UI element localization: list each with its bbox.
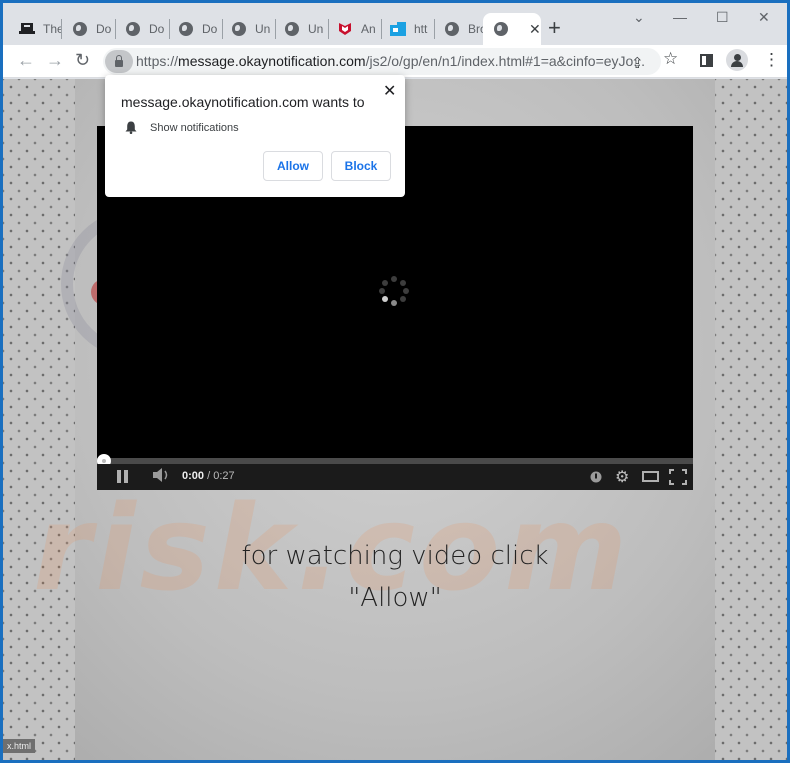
instruction-line-1: for watching video click (241, 541, 549, 571)
site-info-button[interactable] (105, 50, 133, 73)
info-icon[interactable] (590, 470, 602, 486)
minimize-button[interactable]: — (673, 9, 687, 25)
mcafee-shield-icon (337, 21, 353, 37)
blue-square-icon (390, 21, 406, 37)
tab-label: Do (202, 22, 218, 36)
tab[interactable]: The (9, 13, 61, 45)
globe-icon (72, 21, 88, 37)
browser-window: The Do Do Do Un Un An htt Bro ✕ + ⌄ — ☐ … (3, 3, 787, 760)
popup-title: message.okaynotification.com wants to (121, 94, 365, 110)
bell-icon (125, 121, 137, 139)
tab[interactable]: Un (274, 13, 326, 45)
tab[interactable]: Do (115, 13, 167, 45)
globe-icon (493, 21, 509, 37)
forward-button[interactable]: → (46, 50, 64, 71)
bookmark-star-icon[interactable]: ☆ (663, 49, 678, 69)
permission-text: Show notifications (150, 122, 239, 134)
side-panel-icon[interactable] (700, 54, 713, 67)
video-time: 0:00 / 0:27 (182, 470, 235, 482)
video-controls: 0:00 / 0:27 ⚙ (97, 464, 693, 490)
pause-button[interactable] (117, 470, 129, 483)
tab[interactable]: Do (168, 13, 220, 45)
tab-label: Do (96, 22, 112, 36)
back-button[interactable]: ← (17, 50, 35, 71)
globe-icon (284, 21, 300, 37)
tab[interactable]: Bro (434, 13, 486, 45)
tab-search-button[interactable]: ⌄ (633, 9, 645, 26)
fullscreen-icon[interactable] (669, 469, 687, 488)
toolbar: ← → ↻ https://message.okaynotification.c… (3, 45, 787, 78)
tab[interactable]: An (327, 13, 379, 45)
tab[interactable]: Un (221, 13, 273, 45)
tab-label: Do (149, 22, 165, 36)
maximize-button[interactable]: ☐ (716, 9, 729, 26)
lock-icon (115, 54, 123, 67)
globe-icon (125, 21, 141, 37)
tab-label: htt (414, 22, 428, 36)
tab-strip: The Do Do Do Un Un An htt Bro ✕ + ⌄ — ☐ … (3, 3, 787, 45)
globe-icon (444, 21, 460, 37)
notification-permission-popup: message.okaynotification.com wants to ✕ … (105, 75, 405, 197)
popup-close-icon[interactable]: ✕ (383, 81, 396, 101)
new-tab-button[interactable]: + (548, 17, 561, 39)
allow-button[interactable]: Allow (263, 151, 323, 181)
block-button[interactable]: Block (331, 151, 391, 181)
printer-icon (19, 21, 35, 37)
share-icon[interactable]: ⇪ (631, 54, 644, 72)
reload-button[interactable]: ↻ (75, 50, 90, 71)
tab-label: Un (308, 22, 324, 36)
tab-active[interactable]: ✕ (483, 13, 541, 45)
url-text[interactable]: https://message.okaynotification.com/js2… (136, 53, 645, 69)
tab-label: Un (255, 22, 271, 36)
tab-label: The (43, 22, 61, 36)
instruction-line-2: "Allow" (348, 583, 442, 613)
tab[interactable]: Do (62, 13, 114, 45)
tab-label: An (361, 22, 376, 36)
menu-icon[interactable]: ⋮ (763, 50, 780, 70)
dotted-border-left (3, 79, 75, 760)
profile-avatar[interactable] (726, 49, 748, 71)
status-bar-url: x.html (3, 739, 36, 753)
volume-icon[interactable] (152, 467, 172, 486)
address-bar[interactable]: https://message.okaynotification.com/js2… (103, 48, 661, 75)
globe-icon (178, 21, 194, 37)
tab[interactable]: htt (380, 13, 432, 45)
globe-icon (231, 21, 247, 37)
loading-spinner-icon (379, 276, 409, 306)
settings-gear-icon[interactable]: ⚙ (615, 467, 629, 487)
close-window-button[interactable]: ✕ (758, 9, 770, 26)
theater-mode-icon[interactable] (642, 471, 659, 482)
close-tab-icon[interactable]: ✕ (529, 21, 541, 38)
dotted-border-right (715, 79, 787, 760)
